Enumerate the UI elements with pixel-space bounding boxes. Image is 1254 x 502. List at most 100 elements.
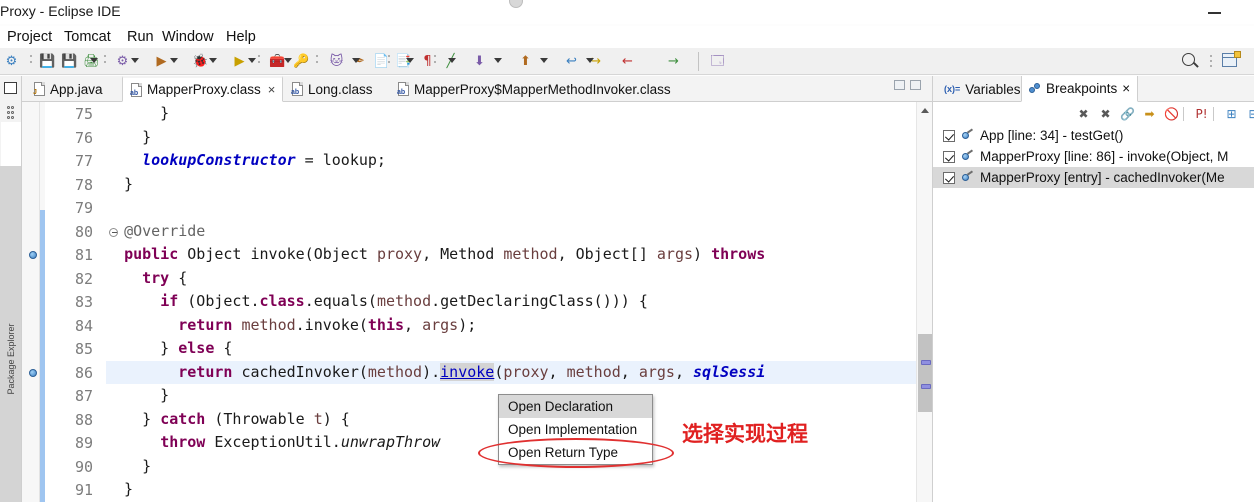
run-icon[interactable]: ▶: [152, 52, 171, 71]
breakpoint-enabled-checkbox[interactable]: [943, 150, 955, 163]
code-line[interactable]: return method.invoke(this, args);: [106, 314, 932, 338]
code-line[interactable]: }: [106, 478, 932, 502]
code-line[interactable]: [106, 196, 932, 220]
menu-item-open-return-type[interactable]: Open Return Type: [499, 441, 652, 464]
editor-tab-mapperproxy-class[interactable]: ab MapperProxy.class ×: [122, 76, 284, 102]
code-line[interactable]: } else {: [106, 337, 932, 361]
breakpoint-enabled-checkbox[interactable]: [943, 129, 955, 142]
editor-maximize-icon[interactable]: [910, 80, 921, 90]
code-line[interactable]: public Object invoke(Object proxy, Metho…: [106, 243, 932, 267]
toolbar-separator: [1183, 107, 1184, 121]
editor-minimize-icon[interactable]: [894, 80, 905, 90]
go-to-file-icon[interactable]: ➡: [1141, 105, 1158, 122]
chevron-down-icon[interactable]: [448, 58, 457, 65]
scrollbar-thumb[interactable]: [918, 334, 932, 412]
search-key-icon[interactable]: 🔑: [292, 52, 311, 71]
open-perspective-icon[interactable]: [1222, 51, 1241, 69]
save-all-icon[interactable]: 💾: [60, 52, 79, 71]
code-token: ,: [548, 362, 567, 381]
coverage-icon[interactable]: ▶: [230, 52, 249, 71]
code-line[interactable]: try {: [106, 267, 932, 291]
toolbar-separator: [30, 53, 32, 70]
next-edit-icon[interactable]: →: [664, 52, 683, 71]
previous-annotation-icon[interactable]: ⬆: [516, 52, 535, 71]
left-vertical-strip[interactable]: Package Explorer: [0, 166, 21, 502]
hyperlink-token[interactable]: invoke: [440, 362, 495, 381]
link-with-debug-view-icon[interactable]: 🔗: [1119, 105, 1136, 122]
view-menu-icon[interactable]: [7, 106, 15, 120]
view-tab-variables[interactable]: (x)= Variables: [937, 76, 1028, 102]
code-line[interactable]: return cachedInvoker(method).invoke(prox…: [106, 360, 932, 384]
back-history-icon[interactable]: ↩: [562, 52, 581, 71]
breakpoint-row[interactable]: MapperProxy [line: 86] - invoke(Object, …: [933, 146, 1254, 167]
breakpoints-list[interactable]: App [line: 34] - testGet() MapperProxy [l…: [933, 125, 1254, 502]
code-line[interactable]: @Override: [106, 220, 932, 244]
minimize-button[interactable]: [1204, 4, 1226, 20]
new-wizard-icon[interactable]: ⚙: [2, 52, 21, 71]
remove-all-breakpoints-icon[interactable]: ✖: [1097, 105, 1114, 122]
search-icon[interactable]: [1182, 53, 1195, 66]
chevron-down-icon[interactable]: [248, 58, 257, 65]
breakpoint-row[interactable]: App [line: 34] - testGet(): [933, 125, 1254, 146]
menu-item-project[interactable]: Project: [4, 28, 55, 46]
code-line[interactable]: if (Object.class.equals(method.getDeclar…: [106, 290, 932, 314]
code-token: class: [259, 292, 305, 310]
main-toolbar: ⚙ 💾 💾 🖨 ⚙ ▶ 🐞 ▶ 🧰 🔑 🐱 ✒ 📄 📑 ¶ ╱ ⬇ ⬆ ↩ ↪ ← → 🗔: [0, 48, 1254, 75]
chevron-down-icon[interactable]: [540, 58, 549, 65]
build-icon[interactable]: ⚙: [113, 52, 132, 71]
breakpoint-row[interactable]: MapperProxy [entry] - cachedInvoker(Me: [933, 167, 1254, 188]
close-icon[interactable]: ×: [268, 82, 276, 97]
debug-icon[interactable]: 🐞: [191, 52, 210, 71]
code-token: proxy: [503, 362, 549, 381]
view-tab-breakpoints[interactable]: Breakpoints ×: [1021, 76, 1139, 102]
previous-edit-icon[interactable]: ←: [618, 52, 637, 71]
menu-item-open-declaration[interactable]: Open Declaration: [499, 395, 652, 418]
overview-mark[interactable]: [921, 360, 931, 365]
collapse-all-icon[interactable]: ⊟: [1245, 105, 1254, 122]
scroll-up-icon[interactable]: [921, 108, 929, 113]
breakpoint-enabled-checkbox[interactable]: [943, 171, 955, 184]
line-number: 78: [74, 175, 93, 194]
code-line[interactable]: }: [106, 126, 932, 150]
chevron-down-icon[interactable]: [494, 58, 503, 65]
method-entry-breakpoint-icon: [961, 170, 974, 184]
code-line[interactable]: }: [106, 102, 932, 126]
left-vertical-tab[interactable]: [1, 122, 21, 182]
editor-tab-long-class[interactable]: ab Long.class: [284, 76, 380, 102]
hyperlink-context-menu[interactable]: Open Declaration Open Implementation Open …: [498, 394, 653, 465]
overview-mark[interactable]: [921, 384, 931, 389]
save-icon[interactable]: 💾: [38, 52, 57, 71]
code-line[interactable]: lookupConstructor = lookup;: [106, 149, 932, 173]
remove-breakpoint-icon[interactable]: ✖: [1075, 105, 1092, 122]
tomcat-start-icon[interactable]: 🐱: [327, 52, 346, 71]
menu-item-run[interactable]: Run: [124, 28, 157, 46]
chevron-down-icon[interactable]: [406, 58, 415, 65]
menu-item-help[interactable]: Help: [223, 28, 259, 46]
skip-all-breakpoints-icon[interactable]: 🚫: [1163, 105, 1180, 122]
editor-tab-mapperproxy-mappermethodinvoker-class[interactable]: ab MapperProxy$MapperMethodInvoker.class: [390, 76, 678, 102]
breakpoint-marker-icon[interactable]: [29, 251, 38, 260]
chevron-down-icon[interactable]: [170, 58, 179, 65]
vertical-scrollbar[interactable]: [916, 102, 932, 502]
new-window-icon[interactable]: 🗔: [708, 52, 727, 71]
chevron-down-icon[interactable]: [586, 58, 595, 65]
code-line[interactable]: }: [106, 173, 932, 197]
code-token: else: [178, 339, 215, 357]
editor-tab-app-java[interactable]: J App.java: [26, 76, 110, 102]
restore-icon[interactable]: [4, 82, 17, 94]
menu-item-window[interactable]: Window: [159, 28, 217, 46]
add-exception-breakpoint-icon[interactable]: P!: [1193, 105, 1210, 122]
next-annotation-icon[interactable]: ⬇: [470, 52, 489, 71]
chevron-down-icon[interactable]: [284, 58, 293, 65]
chevron-down-icon[interactable]: [131, 58, 140, 65]
breakpoint-marker-icon[interactable]: [29, 368, 38, 378]
chevron-down-icon[interactable]: [209, 58, 218, 65]
editor-min-max-buttons[interactable]: [894, 78, 928, 92]
menu-item-open-implementation[interactable]: Open Implementation: [499, 418, 652, 441]
chevron-down-icon[interactable]: [90, 58, 99, 65]
menu-item-tomcat[interactable]: Tomcat: [61, 28, 114, 46]
chevron-down-icon[interactable]: [352, 58, 361, 65]
close-icon[interactable]: ×: [1122, 81, 1130, 96]
annotation-ruler[interactable]: [22, 102, 40, 502]
expand-all-icon[interactable]: ⊞: [1223, 105, 1240, 122]
